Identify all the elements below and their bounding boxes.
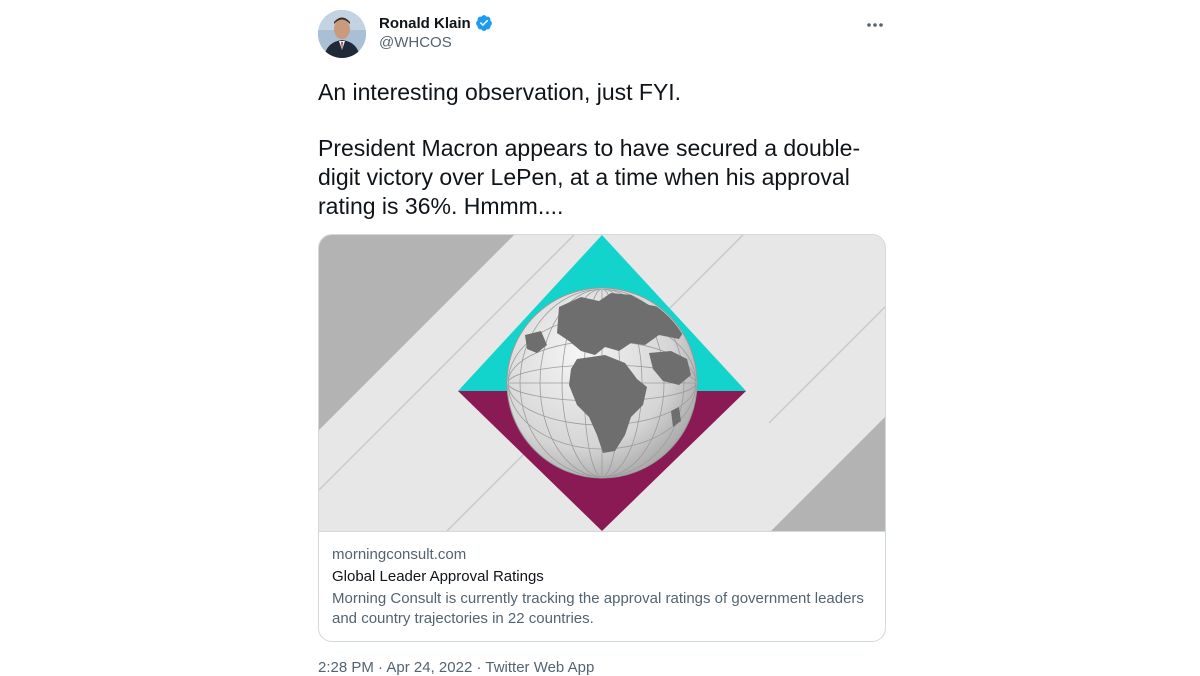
tweet-source[interactable]: Twitter Web App	[485, 659, 594, 676]
meta-separator: ·	[472, 659, 486, 676]
author-info: Ronald Klain @WHCOS	[379, 14, 493, 51]
tweet-meta: 2:28 PM · Apr 24, 2022 · Twitter Web App	[318, 659, 886, 676]
link-card-description: Morning Consult is currently tracking th…	[332, 590, 864, 627]
tweet-header: Ronald Klain @WHCOS	[318, 10, 886, 60]
link-card-body: morningconsult.com Global Leader Approva…	[319, 531, 885, 641]
verified-badge-icon	[475, 14, 493, 32]
avatar[interactable]	[318, 10, 366, 58]
tweet-text: An interesting observation, just FYI. Pr…	[318, 78, 886, 221]
author-name-row: Ronald Klain	[379, 14, 493, 32]
author-name[interactable]: Ronald Klain	[379, 15, 471, 32]
link-card[interactable]: morningconsult.com Global Leader Approva…	[318, 234, 886, 642]
more-horizontal-icon[interactable]	[864, 14, 886, 36]
tweet: Ronald Klain @WHCOS An interesting obser…	[318, 10, 886, 676]
avatar-image	[318, 10, 366, 58]
tweet-time[interactable]: 2:28 PM	[318, 659, 374, 676]
tweet-text-line-2: President Macron appears to have secured…	[318, 135, 861, 219]
author-handle[interactable]: @WHCOS	[379, 34, 493, 51]
tweet-text-line-1: An interesting observation, just FYI.	[318, 79, 682, 105]
link-card-title: Global Leader Approval Ratings	[332, 568, 544, 585]
link-card-domain: morningconsult.com	[332, 546, 467, 563]
globe-diamond-logo	[319, 235, 885, 531]
tweet-date[interactable]: Apr 24, 2022	[386, 659, 472, 676]
meta-separator: ·	[373, 659, 387, 676]
